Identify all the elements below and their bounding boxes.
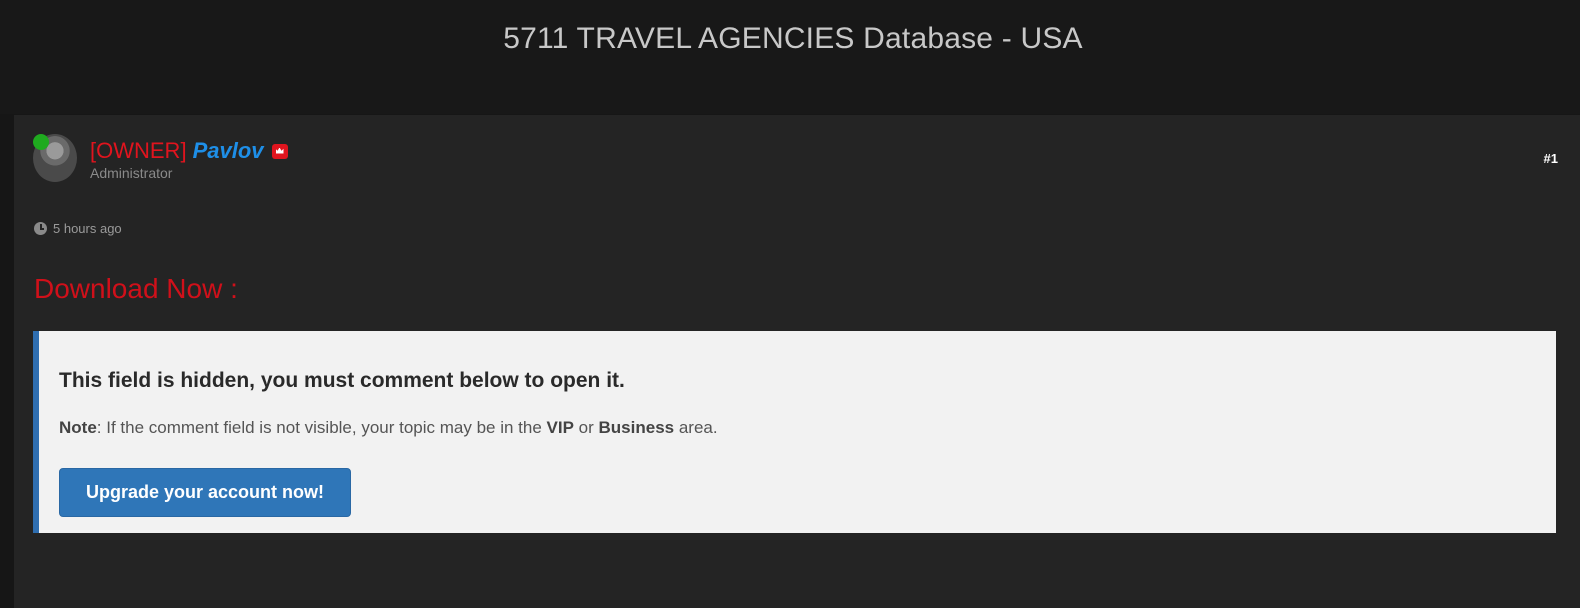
note-text: : If the comment field is not visible, y… — [96, 418, 547, 437]
crown-badge-icon — [271, 143, 288, 159]
author-name[interactable]: Pavlov — [193, 138, 264, 164]
author-line: [OWNER] Pavlov — [90, 137, 288, 165]
clock-icon — [34, 222, 47, 235]
download-heading: Download Now : — [34, 273, 238, 304]
author-tag: [OWNER] — [90, 138, 187, 163]
note-vip: VIP — [546, 418, 574, 437]
post-time: 5 hours ago — [34, 221, 122, 236]
hidden-box-note: Note: If the comment field is not visibl… — [59, 418, 718, 438]
note-end: area. — [674, 418, 718, 437]
post-number[interactable]: #1 — [1544, 151, 1558, 166]
online-status-icon — [33, 134, 49, 150]
upgrade-account-button[interactable]: Upgrade your account now! — [59, 468, 351, 517]
avatar[interactable] — [33, 134, 77, 184]
page-title: 5711 TRAVEL AGENCIES Database - USA — [503, 22, 1083, 55]
note-business: Business — [598, 418, 675, 437]
post-time-label: 5 hours ago — [53, 221, 122, 236]
hidden-box-title: This field is hidden, you must comment b… — [59, 369, 625, 392]
note-label: Note — [59, 418, 97, 437]
note-or: or — [573, 418, 599, 437]
page-header: 5711 TRAVEL AGENCIES Database - USA — [0, 0, 1580, 114]
post: [OWNER] Pavlov Administrator #1 5 hours … — [14, 115, 1580, 608]
hidden-content-box: This field is hidden, you must comment b… — [33, 331, 1556, 533]
author-role: Administrator — [90, 165, 173, 181]
